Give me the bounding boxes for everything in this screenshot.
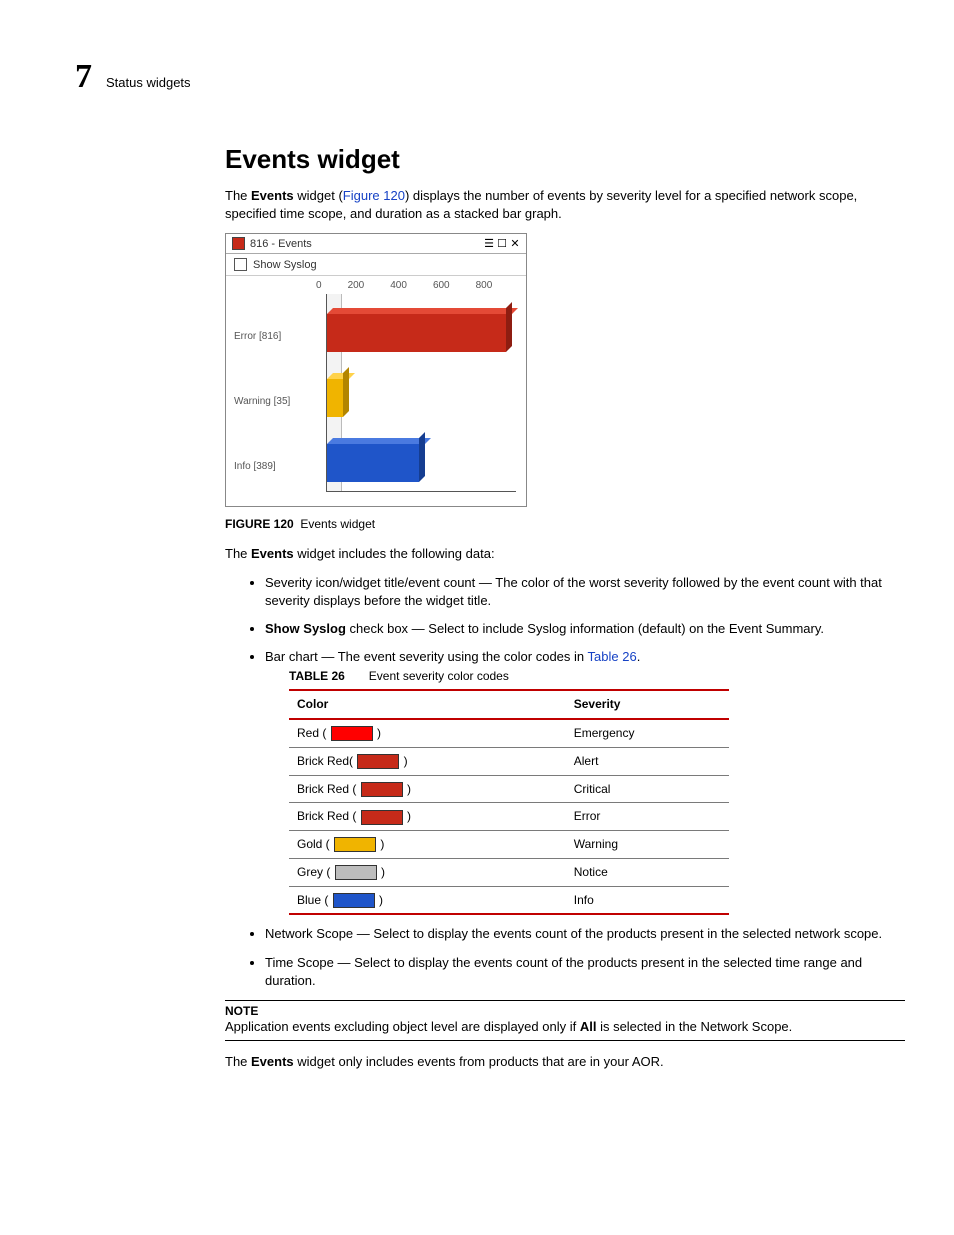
- table-row: Brick Red ( )Critical: [289, 775, 729, 803]
- intro2-paragraph: The Events widget includes the following…: [225, 545, 905, 563]
- severity-cell: Emergency: [566, 719, 729, 747]
- list-item: Bar chart — The event severity using the…: [265, 648, 905, 915]
- bullet-list-bottom: Network Scope — Select to display the ev…: [225, 925, 905, 990]
- figure-caption: FIGURE 120 Events widget: [225, 517, 905, 531]
- page: 7 Status widgets Events widget The Event…: [0, 0, 954, 1235]
- severity-cell: Error: [566, 803, 729, 831]
- table-row: Gold ( )Warning: [289, 831, 729, 859]
- color-cell: Blue ( ): [289, 886, 566, 914]
- color-cell: Brick Red( ): [289, 747, 566, 775]
- severity-cell: Alert: [566, 747, 729, 775]
- color-code-table: Color Severity Red ( )EmergencyBrick Red…: [289, 689, 729, 915]
- list-item: Show Syslog check box — Select to includ…: [265, 620, 905, 638]
- table-header-severity: Severity: [566, 690, 729, 719]
- chapter-number: 7: [75, 60, 92, 94]
- show-syslog-row: Show Syslog: [226, 254, 526, 276]
- color-swatch: [334, 837, 376, 852]
- content-area: Events widget The Events widget (Figure …: [225, 144, 905, 1071]
- table-row: Blue ( )Info: [289, 886, 729, 914]
- maximize-icon[interactable]: ☐: [497, 237, 507, 250]
- section-heading: Events widget: [225, 144, 905, 175]
- table-row: Brick Red ( )Error: [289, 803, 729, 831]
- y-category-warning: Warning [35]: [234, 396, 290, 407]
- color-swatch: [333, 893, 375, 908]
- color-swatch: [357, 754, 399, 769]
- table-ref-link[interactable]: Table 26: [588, 649, 637, 664]
- collapse-icon[interactable]: ☰: [484, 237, 494, 250]
- severity-cell: Info: [566, 886, 729, 914]
- table-caption: TABLE 26Event severity color codes: [289, 668, 905, 685]
- bar-warning: [327, 373, 349, 417]
- bullet-list-top: Severity icon/widget title/event count —…: [225, 574, 905, 916]
- list-item: Network Scope — Select to display the ev…: [265, 925, 905, 943]
- table-header-color: Color: [289, 690, 566, 719]
- widget-title: 816 - Events: [250, 238, 312, 250]
- severity-badge-icon: [232, 237, 245, 250]
- figure-ref-link[interactable]: Figure 120: [343, 188, 405, 203]
- widget-titlebar: 816 - Events ☰ ☐ ✕: [226, 234, 526, 254]
- show-syslog-label: Show Syslog: [253, 259, 317, 271]
- bar-chart: 0 200 400 600 800 Error [816] Warning [3…: [226, 276, 526, 506]
- severity-cell: Critical: [566, 775, 729, 803]
- color-cell: Red ( ): [289, 719, 566, 747]
- bar-info: [327, 438, 425, 482]
- show-syslog-checkbox[interactable]: [234, 258, 247, 271]
- list-item: Time Scope — Select to display the event…: [265, 954, 905, 990]
- y-category-error: Error [816]: [234, 331, 281, 342]
- outro-paragraph: The Events widget only includes events f…: [225, 1053, 905, 1071]
- x-axis-ticks: 0 200 400 600 800: [316, 280, 492, 291]
- close-icon[interactable]: ✕: [510, 237, 520, 250]
- running-head: 7 Status widgets: [75, 60, 894, 94]
- table-row: Brick Red( )Alert: [289, 747, 729, 775]
- note-label: NOTE: [225, 1004, 905, 1018]
- color-swatch: [331, 726, 373, 741]
- intro-paragraph: The Events widget (Figure 120) displays …: [225, 187, 905, 223]
- table-row: Red ( )Emergency: [289, 719, 729, 747]
- bar-error: [327, 308, 512, 352]
- color-swatch: [335, 865, 377, 880]
- severity-cell: Notice: [566, 858, 729, 886]
- severity-cell: Warning: [566, 831, 729, 859]
- list-item: Severity icon/widget title/event count —…: [265, 574, 905, 610]
- table-row: Grey ( )Notice: [289, 858, 729, 886]
- color-cell: Brick Red ( ): [289, 775, 566, 803]
- note-text: Application events excluding object leve…: [225, 1018, 905, 1036]
- note-rule-bottom: [225, 1040, 905, 1041]
- chapter-title: Status widgets: [106, 75, 191, 90]
- color-swatch: [361, 782, 403, 797]
- color-cell: Brick Red ( ): [289, 803, 566, 831]
- note-rule-top: [225, 1000, 905, 1001]
- color-cell: Grey ( ): [289, 858, 566, 886]
- color-swatch: [361, 810, 403, 825]
- y-category-info: Info [389]: [234, 461, 276, 472]
- events-widget: 816 - Events ☰ ☐ ✕ Show Syslog 0 200 400…: [225, 233, 527, 507]
- color-cell: Gold ( ): [289, 831, 566, 859]
